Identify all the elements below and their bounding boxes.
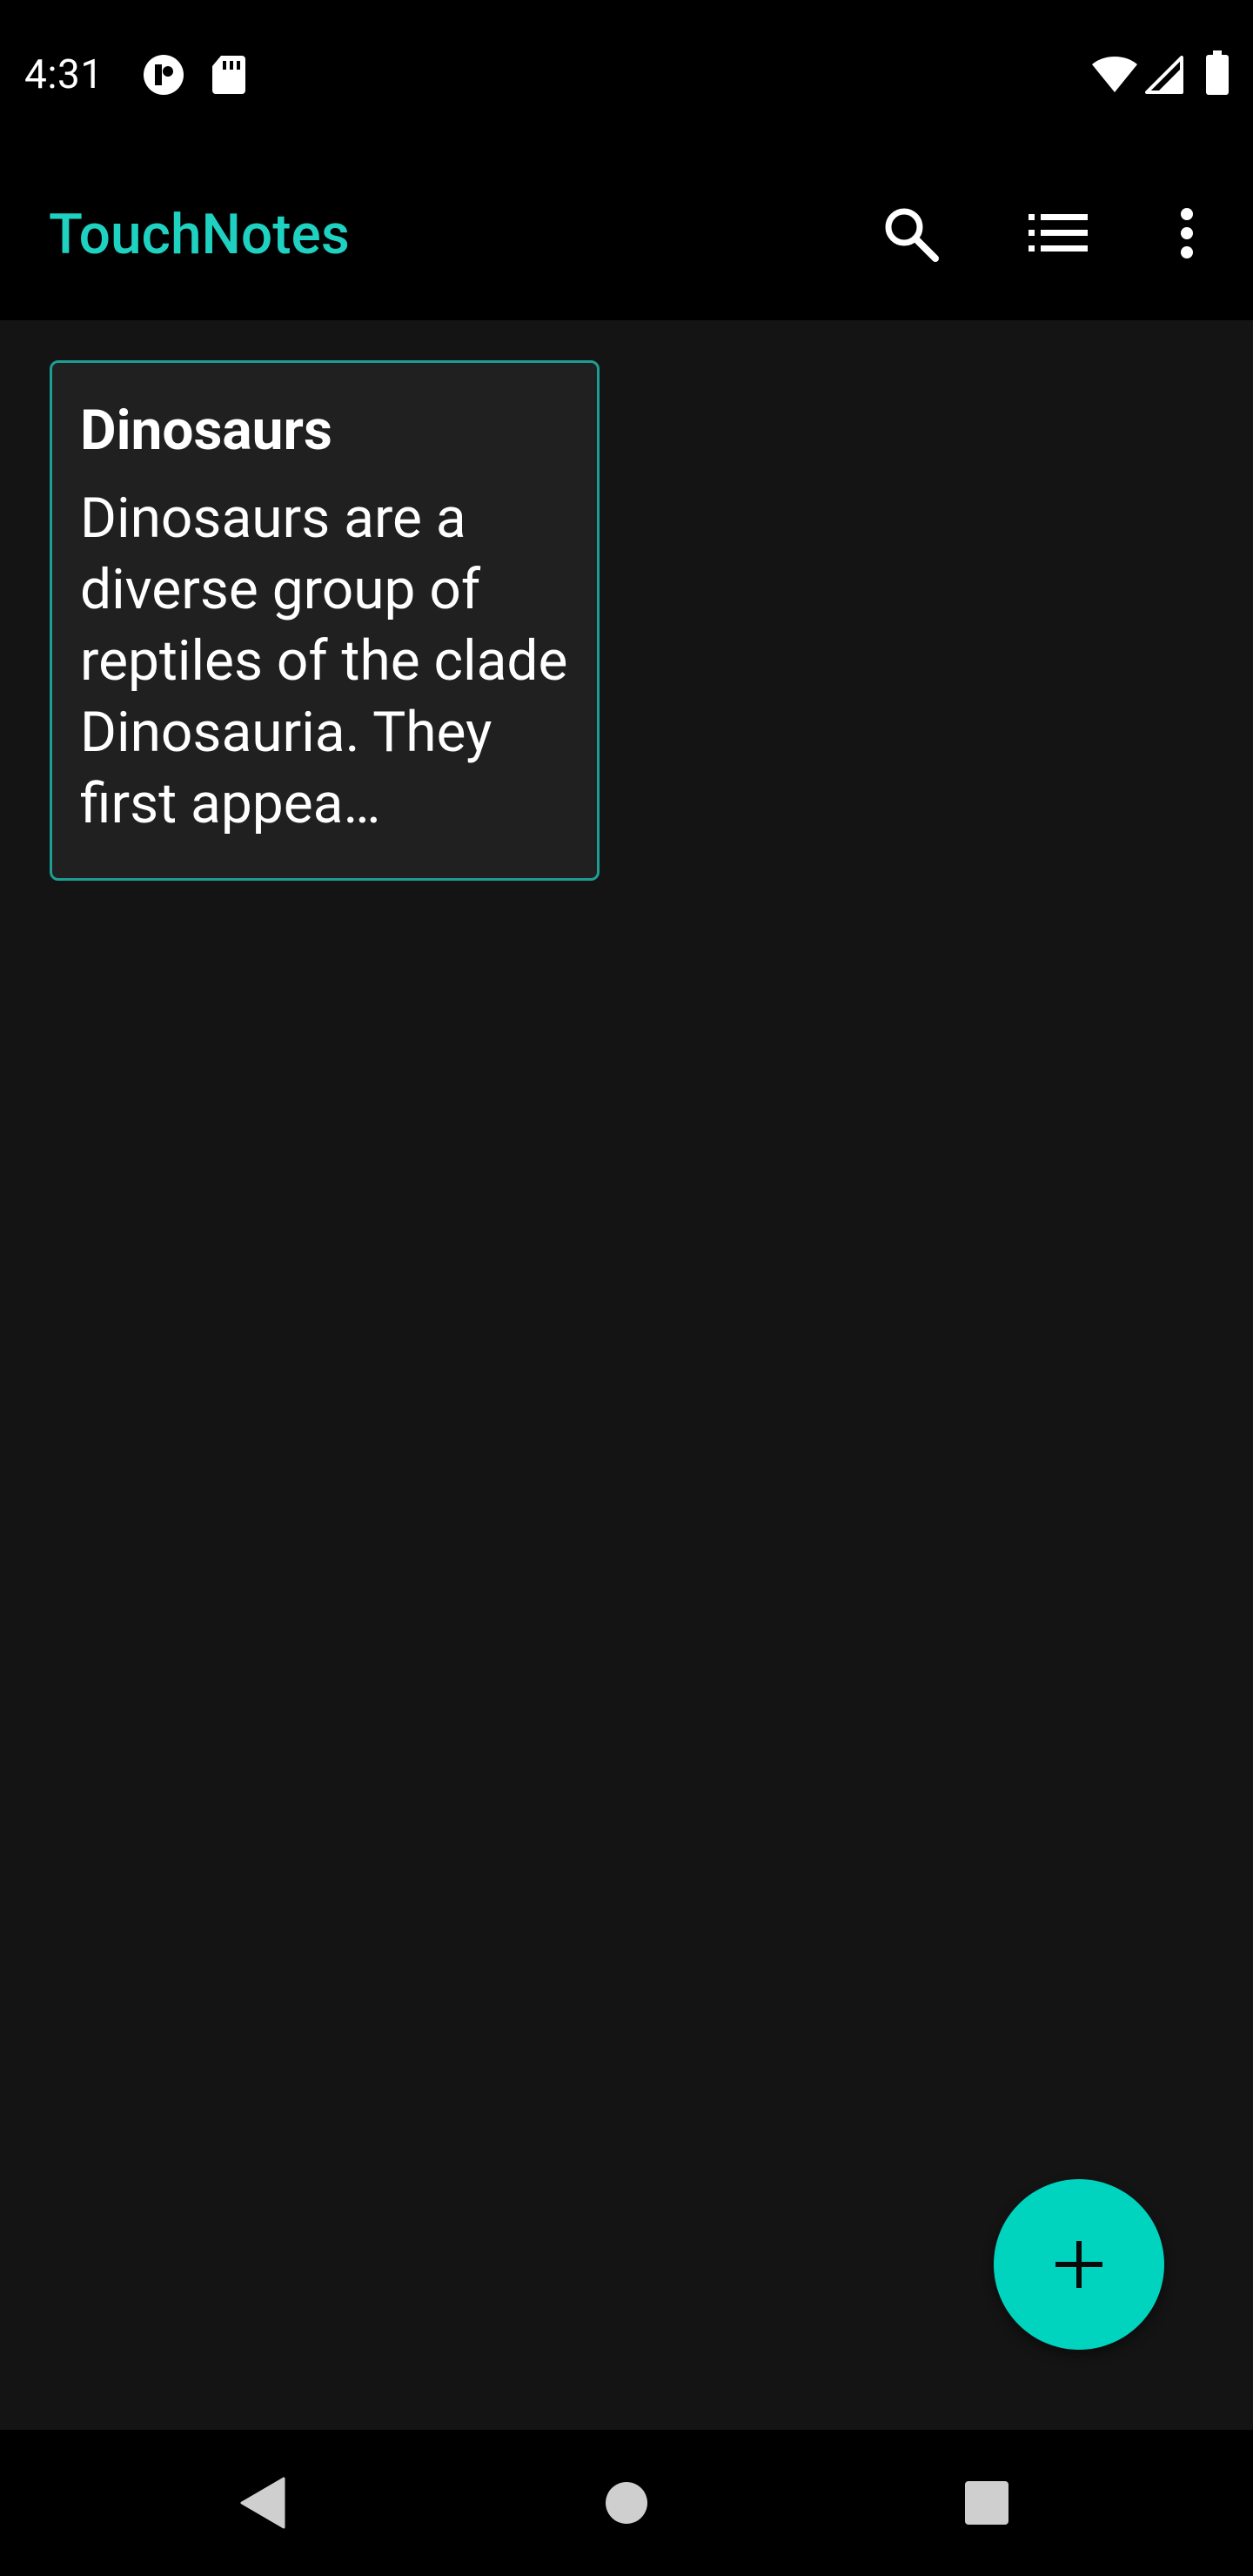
battery-icon [1205, 50, 1230, 96]
status-bar: 4:31 [0, 0, 1253, 148]
plus-icon [1055, 2241, 1102, 2288]
system-navigation-bar [0, 2430, 1253, 2576]
status-time: 4:31 [24, 51, 104, 98]
more-vert-icon [1181, 208, 1193, 258]
note-title: Dinosaurs [80, 398, 332, 463]
cell-signal-icon [1143, 56, 1183, 94]
home-icon [606, 2482, 647, 2524]
view-toggle-button[interactable] [1016, 191, 1100, 275]
app-title: TouchNotes [49, 202, 350, 267]
add-note-button[interactable] [994, 2179, 1164, 2350]
recents-button[interactable] [943, 2459, 1030, 2546]
wifi-icon [1091, 56, 1138, 94]
search-button[interactable] [868, 191, 952, 275]
back-icon [240, 2477, 285, 2529]
back-button[interactable] [219, 2459, 306, 2546]
notification-app-icon [143, 54, 184, 96]
sd-card-icon [211, 54, 247, 96]
app-bar: TouchNotes [0, 148, 1253, 320]
note-card[interactable]: Dinosaurs Dinosaurs are a diverse group … [50, 360, 600, 881]
notes-grid: Dinosaurs Dinosaurs are a diverse group … [0, 320, 1253, 2430]
view-list-icon [1029, 214, 1088, 252]
note-preview: Dinosaurs are a diverse group of reptile… [80, 486, 568, 836]
home-button[interactable] [583, 2459, 670, 2546]
more-options-button[interactable] [1145, 191, 1229, 275]
recents-icon [965, 2481, 1008, 2525]
search-icon [885, 208, 939, 262]
